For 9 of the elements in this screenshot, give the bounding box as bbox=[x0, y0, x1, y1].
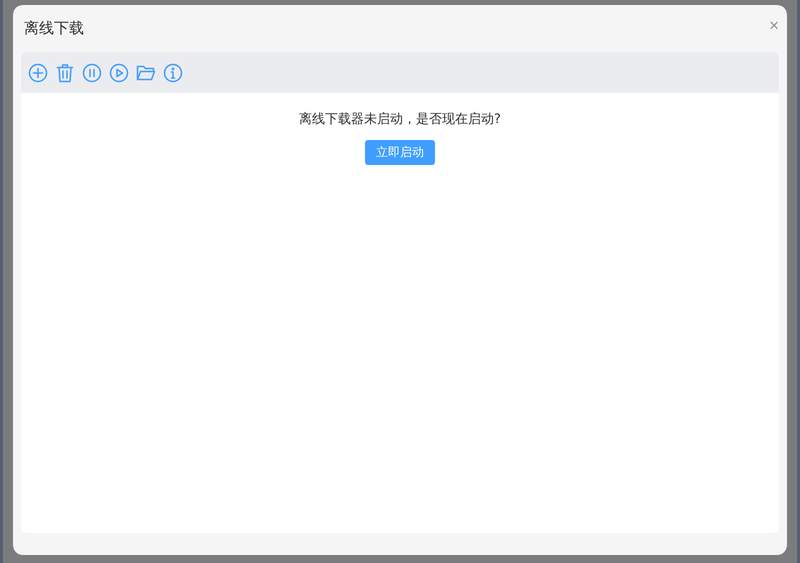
info-icon[interactable] bbox=[163, 62, 183, 82]
prompt-message: 离线下载器未启动，是否现在启动? bbox=[299, 111, 501, 128]
add-circle-icon[interactable] bbox=[28, 62, 48, 82]
play-circle-icon[interactable] bbox=[109, 62, 129, 82]
dialog-title: 离线下载 bbox=[24, 19, 84, 38]
start-button[interactable]: 立即启动 bbox=[365, 140, 435, 165]
close-button[interactable]: × bbox=[769, 17, 779, 34]
pause-circle-icon[interactable] bbox=[82, 62, 102, 82]
trash-icon[interactable] bbox=[55, 62, 75, 82]
